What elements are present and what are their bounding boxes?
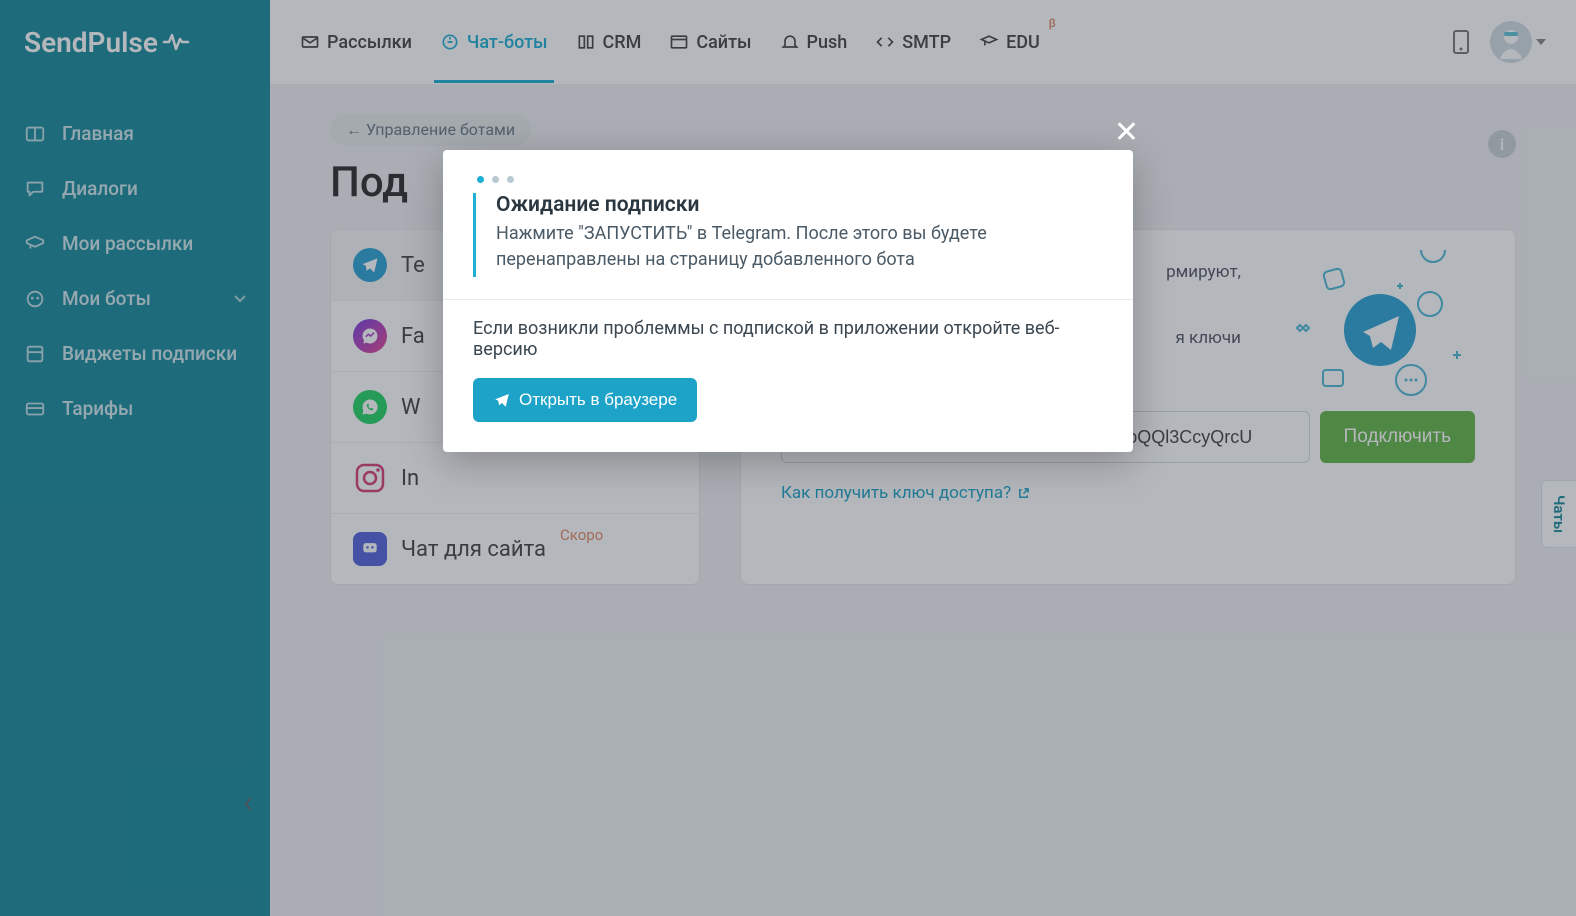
loading-dots [477, 176, 1103, 183]
telegram-icon [493, 391, 511, 409]
modal-subtitle: Нажмите "ЗАПУСТИТЬ" в Telegram. После эт… [496, 221, 1103, 273]
close-icon[interactable]: ✕ [1114, 118, 1139, 148]
open-browser-button[interactable]: Открыть в браузере [473, 378, 697, 422]
subscription-modal: ✕ Ожидание подписки Нажмите "ЗАПУСТИТЬ" … [443, 150, 1133, 452]
modal-title: Ожидание подписки [496, 193, 1103, 217]
modal-overlay: ✕ Ожидание подписки Нажмите "ЗАПУСТИТЬ" … [0, 0, 1576, 916]
modal-text: Если возникли проблеммы с подпиской в пр… [473, 318, 1103, 360]
